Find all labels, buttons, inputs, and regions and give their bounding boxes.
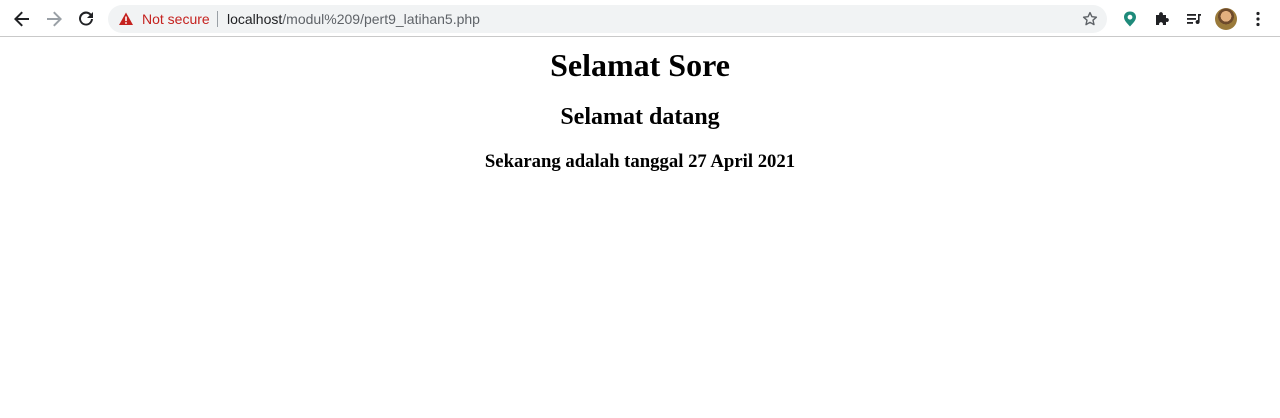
reading-list-button[interactable] (1182, 7, 1206, 31)
url-host: localhost (227, 11, 283, 27)
forward-button[interactable] (40, 5, 68, 33)
reload-button[interactable] (72, 5, 100, 33)
browser-toolbar: Not secure localhost/modul%209/pert9_lat… (0, 0, 1280, 37)
warning-triangle-icon (119, 12, 133, 25)
url-path: /modul%209/pert9_latihan5.php (282, 11, 480, 27)
extensions-button[interactable] (1150, 7, 1174, 31)
menu-button[interactable] (1246, 7, 1270, 31)
greeting-heading: Selamat Sore (550, 47, 730, 83)
page-content: Selamat Sore Selamat datang Sekarang ada… (0, 38, 1280, 418)
back-button[interactable] (8, 5, 36, 33)
url-text[interactable]: localhost/modul%209/pert9_latihan5.php (227, 11, 480, 27)
puzzle-icon (1156, 12, 1169, 25)
security-status[interactable]: Not secure (142, 11, 210, 27)
avatar[interactable] (1215, 8, 1237, 30)
reading-list-icon (1187, 14, 1201, 25)
back-arrow-icon (14, 11, 29, 27)
extension-button[interactable] (1118, 7, 1142, 31)
kebab-menu-icon (1256, 11, 1260, 27)
reload-icon (79, 11, 93, 26)
omnibox-divider (217, 11, 218, 27)
address-bar[interactable]: Not secure localhost/modul%209/pert9_lat… (108, 5, 1107, 33)
bookmark-button[interactable] (1081, 10, 1099, 28)
star-icon (1082, 11, 1098, 26)
teal-extension-icon (1124, 11, 1136, 27)
forward-arrow-icon (47, 11, 62, 27)
date-heading: Sekarang adalah tanggal 27 April 2021 (484, 151, 796, 172)
welcome-heading: Selamat datang (560, 104, 720, 130)
